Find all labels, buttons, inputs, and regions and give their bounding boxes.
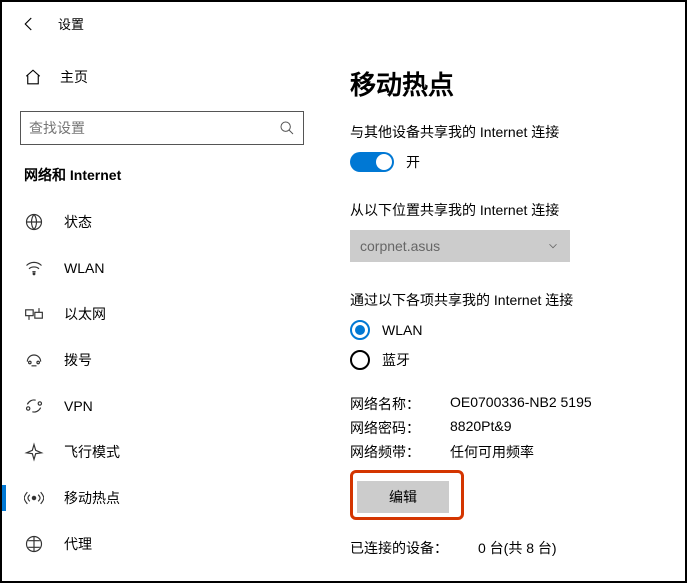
sidebar-item-label: 以太网 bbox=[64, 304, 106, 324]
connected-label: 已连接的设备： bbox=[350, 538, 448, 558]
radio-wlan[interactable]: WLAN bbox=[350, 320, 661, 340]
main-content: 移动热点 与其他设备共享我的 Internet 连接 开 从以下位置共享我的 I… bbox=[322, 41, 685, 580]
radio-icon bbox=[350, 350, 370, 370]
net-band-value: 任何可用频率 bbox=[450, 442, 534, 462]
sidebar-heading: 网络和 Internet bbox=[2, 165, 322, 199]
share-from-dropdown[interactable]: corpnet.asus bbox=[350, 230, 570, 262]
sidebar-item-dialup[interactable]: 拨号 bbox=[2, 337, 322, 383]
radio-label: 蓝牙 bbox=[382, 350, 410, 370]
dropdown-value: corpnet.asus bbox=[360, 238, 440, 254]
search-icon bbox=[279, 120, 295, 136]
share-label: 与其他设备共享我的 Internet 连接 bbox=[350, 122, 661, 142]
search-input[interactable] bbox=[29, 120, 279, 136]
sidebar-item-label: 代理 bbox=[64, 534, 92, 554]
sidebar-item-ethernet[interactable]: 以太网 bbox=[2, 291, 322, 337]
connected-value: 0 台(共 8 台) bbox=[478, 538, 557, 558]
home-icon bbox=[24, 68, 42, 86]
sidebar: 主页 网络和 Internet 状态 WLAN 以太网 拨号 bbox=[2, 41, 322, 580]
globe-icon bbox=[24, 212, 44, 232]
ethernet-icon bbox=[24, 304, 44, 324]
toggle-state: 开 bbox=[406, 152, 420, 172]
chevron-down-icon bbox=[546, 239, 560, 253]
share-from-label: 从以下位置共享我的 Internet 连接 bbox=[350, 200, 661, 220]
radio-icon bbox=[350, 320, 370, 340]
sidebar-item-airplane[interactable]: 飞行模式 bbox=[2, 429, 322, 475]
airplane-icon bbox=[24, 442, 44, 462]
sidebar-item-label: 飞行模式 bbox=[64, 442, 120, 462]
sidebar-item-proxy[interactable]: 代理 bbox=[2, 521, 322, 567]
sidebar-item-label: 移动热点 bbox=[64, 488, 120, 508]
home-link[interactable]: 主页 bbox=[2, 61, 322, 93]
dialup-icon bbox=[24, 350, 44, 370]
search-box[interactable] bbox=[20, 111, 304, 145]
sidebar-item-label: WLAN bbox=[64, 260, 104, 276]
sidebar-item-label: 拨号 bbox=[64, 350, 92, 370]
sidebar-item-status[interactable]: 状态 bbox=[2, 199, 322, 245]
share-toggle[interactable] bbox=[350, 152, 394, 172]
window-title: 设置 bbox=[58, 14, 84, 33]
edit-highlight: 编辑 bbox=[350, 470, 464, 520]
net-name-label: 网络名称： bbox=[350, 394, 450, 414]
back-arrow-icon[interactable] bbox=[20, 15, 38, 33]
net-band-label: 网络频带： bbox=[350, 442, 450, 462]
sidebar-item-vpn[interactable]: VPN bbox=[2, 383, 322, 429]
net-name-value: OE0700336-NB2 5195 bbox=[450, 394, 592, 414]
page-title: 移动热点 bbox=[350, 65, 661, 102]
radio-bluetooth[interactable]: 蓝牙 bbox=[350, 350, 661, 370]
proxy-icon bbox=[24, 534, 44, 554]
sidebar-item-label: VPN bbox=[64, 398, 93, 414]
net-pass-value: 8820Pt&9 bbox=[450, 418, 512, 438]
wifi-icon bbox=[24, 258, 44, 278]
sidebar-item-wlan[interactable]: WLAN bbox=[2, 245, 322, 291]
radio-label: WLAN bbox=[382, 322, 422, 338]
vpn-icon bbox=[24, 396, 44, 416]
network-info: 网络名称： OE0700336-NB2 5195 网络密码： 8820Pt&9 … bbox=[350, 392, 661, 464]
sidebar-item-hotspot[interactable]: 移动热点 bbox=[2, 475, 322, 521]
edit-button[interactable]: 编辑 bbox=[357, 481, 449, 513]
net-pass-label: 网络密码： bbox=[350, 418, 450, 438]
hotspot-icon bbox=[24, 488, 44, 508]
share-over-label: 通过以下各项共享我的 Internet 连接 bbox=[350, 290, 661, 310]
home-label: 主页 bbox=[60, 67, 88, 87]
sidebar-item-label: 状态 bbox=[64, 212, 92, 232]
